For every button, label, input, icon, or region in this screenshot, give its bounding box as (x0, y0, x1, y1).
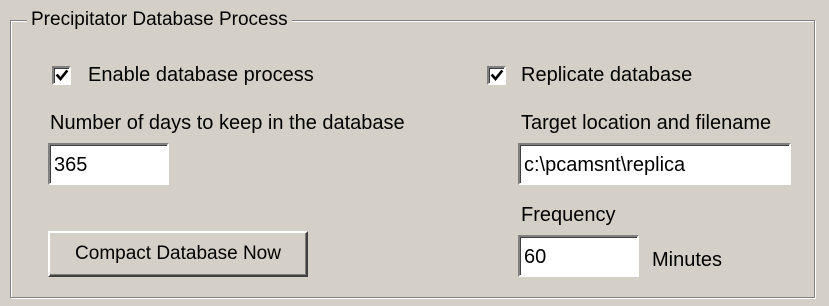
enable-database-process-checkbox[interactable] (52, 66, 71, 85)
checkmark-icon (55, 69, 69, 82)
target-location-field[interactable] (518, 143, 791, 185)
days-to-keep-field[interactable] (48, 143, 169, 185)
enable-database-process-label[interactable]: Enable database process (88, 63, 314, 87)
days-to-keep-label: Number of days to keep in the database (50, 112, 405, 134)
target-location-input[interactable] (522, 147, 789, 183)
replicate-database-checkbox[interactable] (487, 66, 506, 85)
frequency-field[interactable] (518, 235, 639, 277)
replicate-database-label[interactable]: Replicate database (521, 63, 692, 87)
frequency-input[interactable] (522, 239, 637, 275)
days-to-keep-input[interactable] (52, 147, 167, 183)
groupbox-title: Precipitator Database Process (27, 9, 292, 31)
frequency-label: Frequency (521, 204, 616, 226)
frequency-unit-label: Minutes (652, 249, 723, 271)
checkmark-icon (490, 69, 504, 82)
target-location-label: Target location and filename (521, 112, 772, 134)
compact-database-button[interactable]: Compact Database Now (48, 231, 308, 277)
